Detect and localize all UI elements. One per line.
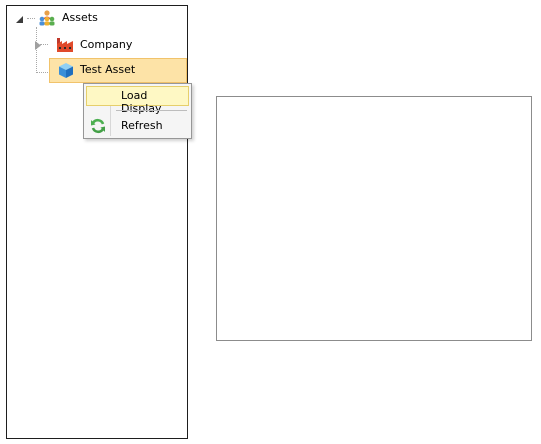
- tree-node-assets[interactable]: Assets: [38, 8, 98, 28]
- asset-tree-panel[interactable]: Assets Company Test Asset: [6, 5, 188, 439]
- tree-connector-line: [36, 72, 48, 73]
- refresh-icon: [90, 118, 106, 137]
- context-menu: Load Display Refresh: [83, 83, 192, 139]
- assets-people-icon: [38, 9, 56, 27]
- refresh-menu-item[interactable]: Refresh: [86, 116, 189, 136]
- factory-icon: [56, 37, 74, 53]
- tree-node-label: Test Asset: [80, 63, 136, 76]
- tree-node-test-asset[interactable]: Test Asset: [58, 60, 135, 80]
- menu-item-label: Load Display: [121, 89, 162, 115]
- tree-connector-line: [27, 18, 35, 19]
- expand-arrow-icon[interactable]: [35, 40, 41, 53]
- tree-node-company[interactable]: Company: [56, 35, 132, 55]
- tree-node-label: Company: [80, 38, 133, 51]
- menu-item-label: Refresh: [121, 119, 163, 132]
- load-display-menu-item[interactable]: Load Display: [86, 86, 189, 115]
- tree-node-label: Assets: [62, 11, 98, 24]
- display-panel[interactable]: [216, 96, 532, 341]
- cube-icon: [58, 62, 74, 79]
- menu-separator: [116, 110, 187, 111]
- tree-connector-line: [40, 44, 48, 45]
- collapse-arrow-icon[interactable]: [16, 14, 24, 27]
